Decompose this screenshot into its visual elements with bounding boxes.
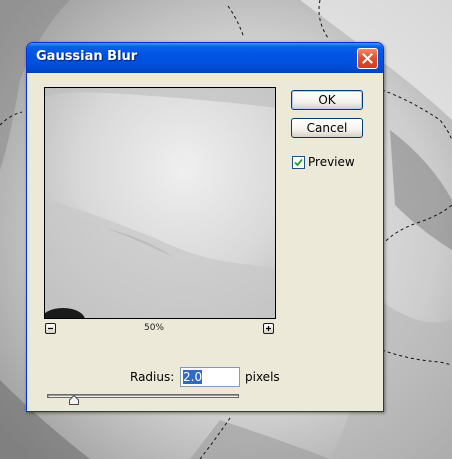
radius-units: pixels: [245, 370, 280, 384]
radius-label: Radius:: [130, 370, 175, 384]
radius-input[interactable]: [180, 367, 240, 387]
plus-icon: [266, 326, 271, 331]
title-bar[interactable]: Gaussian Blur: [27, 43, 383, 73]
zoom-in-button[interactable]: [263, 323, 274, 334]
dialog-title: Gaussian Blur: [36, 49, 138, 64]
preview-checkbox-label[interactable]: Preview: [308, 155, 355, 169]
cancel-button[interactable]: Cancel: [291, 118, 363, 138]
preview-checkbox[interactable]: [292, 156, 305, 169]
preview-area[interactable]: [44, 87, 276, 319]
zoom-level: 50%: [143, 323, 164, 333]
zoom-out-button[interactable]: [45, 323, 56, 334]
ok-button[interactable]: OK: [291, 90, 363, 110]
preview-image: [45, 88, 275, 318]
close-x-icon: [362, 53, 373, 64]
radius-slider-thumb[interactable]: [69, 395, 80, 405]
gaussian-blur-dialog: Gaussian Blur 50% OK Cancel Preview Radi…: [26, 42, 384, 412]
close-button[interactable]: [357, 48, 378, 69]
minus-icon: [48, 327, 53, 330]
checkmark-icon: [294, 158, 303, 167]
dialog-body: 50% OK Cancel Preview Radius: pixels: [30, 73, 380, 408]
